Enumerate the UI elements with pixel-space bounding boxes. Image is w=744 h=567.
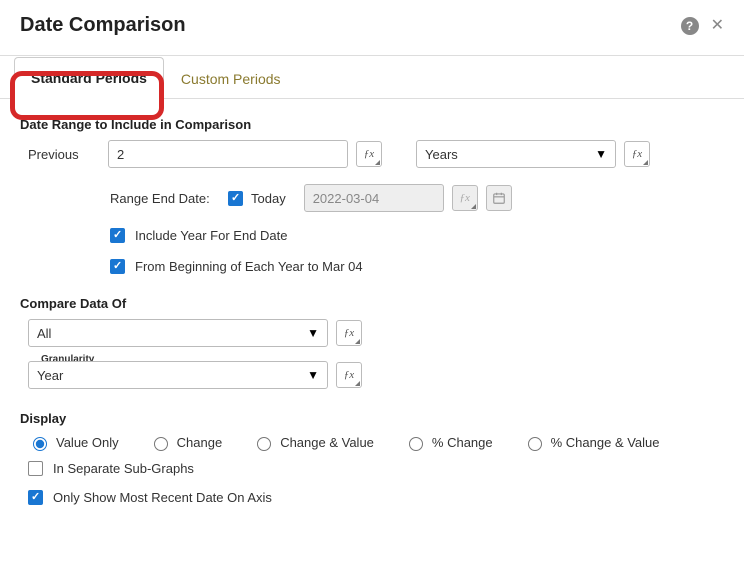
- previous-count-input[interactable]: [108, 140, 348, 168]
- radio-change[interactable]: Change: [149, 434, 223, 451]
- chevron-down-icon: ▼: [307, 326, 319, 340]
- radio-pct-change-value-input[interactable]: [528, 437, 542, 451]
- unit-select-value: Years: [425, 147, 458, 162]
- fx-icon[interactable]: ƒx: [336, 320, 362, 346]
- chevron-down-icon: ▼: [595, 147, 607, 161]
- tab-custom-periods[interactable]: Custom Periods: [164, 57, 298, 99]
- only-recent-label: Only Show Most Recent Date On Axis: [53, 490, 272, 505]
- range-end-date-input: [304, 184, 444, 212]
- radio-pct-change-input[interactable]: [409, 437, 423, 451]
- today-checkbox[interactable]: [228, 191, 243, 206]
- granularity-value: Year: [37, 368, 63, 383]
- fx-icon: ƒx: [452, 185, 478, 211]
- radio-change-value[interactable]: Change & Value: [252, 434, 374, 451]
- radio-change-input[interactable]: [154, 437, 168, 451]
- chevron-down-icon: ▼: [307, 368, 319, 382]
- compare-data-select[interactable]: All ▼: [28, 319, 328, 347]
- fx-icon[interactable]: ƒx: [624, 141, 650, 167]
- help-icon[interactable]: ?: [681, 17, 699, 35]
- from-beginning-checkbox[interactable]: [110, 259, 125, 274]
- radio-change-label: Change: [177, 435, 223, 450]
- page-title: Date Comparison: [20, 14, 681, 37]
- radio-value-only[interactable]: Value Only: [28, 434, 119, 451]
- include-year-label: Include Year For End Date: [135, 228, 288, 243]
- radio-pct-change-value[interactable]: % Change & Value: [523, 434, 660, 451]
- radio-change-value-label: Change & Value: [280, 435, 374, 450]
- fx-icon[interactable]: ƒx: [336, 362, 362, 388]
- radio-value-only-input[interactable]: [33, 437, 47, 451]
- radio-pct-change-value-label: % Change & Value: [551, 435, 660, 450]
- compare-data-section-label: Compare Data Of: [20, 296, 724, 311]
- close-icon[interactable]: ✕: [711, 18, 724, 34]
- radio-change-value-input[interactable]: [257, 437, 271, 451]
- from-beginning-label: From Beginning of Each Year to Mar 04: [135, 259, 363, 274]
- today-label: Today: [251, 191, 286, 206]
- only-recent-checkbox[interactable]: [28, 490, 43, 505]
- radio-pct-change-label: % Change: [432, 435, 493, 450]
- radio-pct-change[interactable]: % Change: [404, 434, 493, 451]
- previous-label: Previous: [20, 147, 100, 162]
- fx-icon[interactable]: ƒx: [356, 141, 382, 167]
- include-year-checkbox[interactable]: [110, 228, 125, 243]
- date-range-section-label: Date Range to Include in Comparison: [20, 117, 724, 132]
- separate-subgraphs-label: In Separate Sub-Graphs: [53, 461, 194, 476]
- tab-standard-periods[interactable]: Standard Periods: [14, 57, 164, 99]
- display-section-label: Display: [20, 411, 724, 426]
- separate-subgraphs-checkbox[interactable]: [28, 461, 43, 476]
- compare-data-value: All: [37, 326, 51, 341]
- calendar-icon: [486, 185, 512, 211]
- unit-select[interactable]: Years ▼: [416, 140, 616, 168]
- radio-value-only-label: Value Only: [56, 435, 119, 450]
- granularity-select[interactable]: Year ▼: [28, 361, 328, 389]
- range-end-date-label: Range End Date:: [110, 191, 220, 206]
